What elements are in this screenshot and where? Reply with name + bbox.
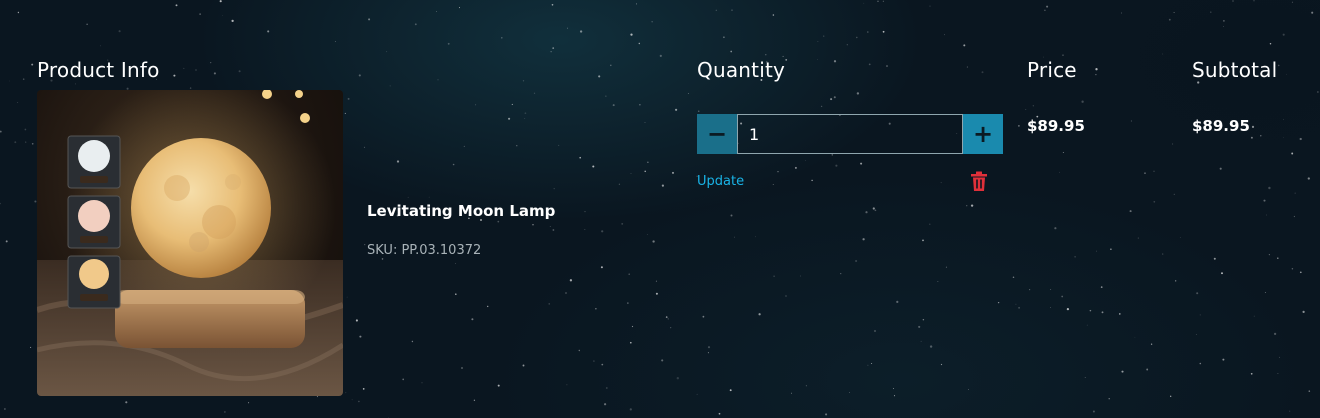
product-image[interactable] xyxy=(37,90,343,396)
trash-icon[interactable] xyxy=(968,170,990,192)
quantity-stepper: − + xyxy=(697,114,1003,154)
header-product-info: Product Info xyxy=(37,58,160,82)
quantity-input[interactable] xyxy=(737,114,963,154)
thumbnail-strip[interactable] xyxy=(67,135,121,309)
product-sku: SKU: PP.03.10372 xyxy=(367,243,482,258)
header-price: Price xyxy=(1027,58,1077,82)
decrease-quantity-button[interactable]: − xyxy=(697,114,737,154)
item-subtotal: $89.95 xyxy=(1192,117,1250,135)
update-link[interactable]: Update xyxy=(697,174,744,189)
plus-icon: + xyxy=(972,120,994,148)
product-name-link[interactable]: Levitating Moon Lamp xyxy=(367,202,555,220)
increase-quantity-button[interactable]: + xyxy=(963,114,1003,154)
moon-lamp-illustration xyxy=(37,90,343,396)
item-price: $89.95 xyxy=(1027,117,1085,135)
minus-icon: − xyxy=(706,120,728,148)
header-subtotal: Subtotal xyxy=(1192,58,1278,82)
header-quantity: Quantity xyxy=(697,58,786,82)
